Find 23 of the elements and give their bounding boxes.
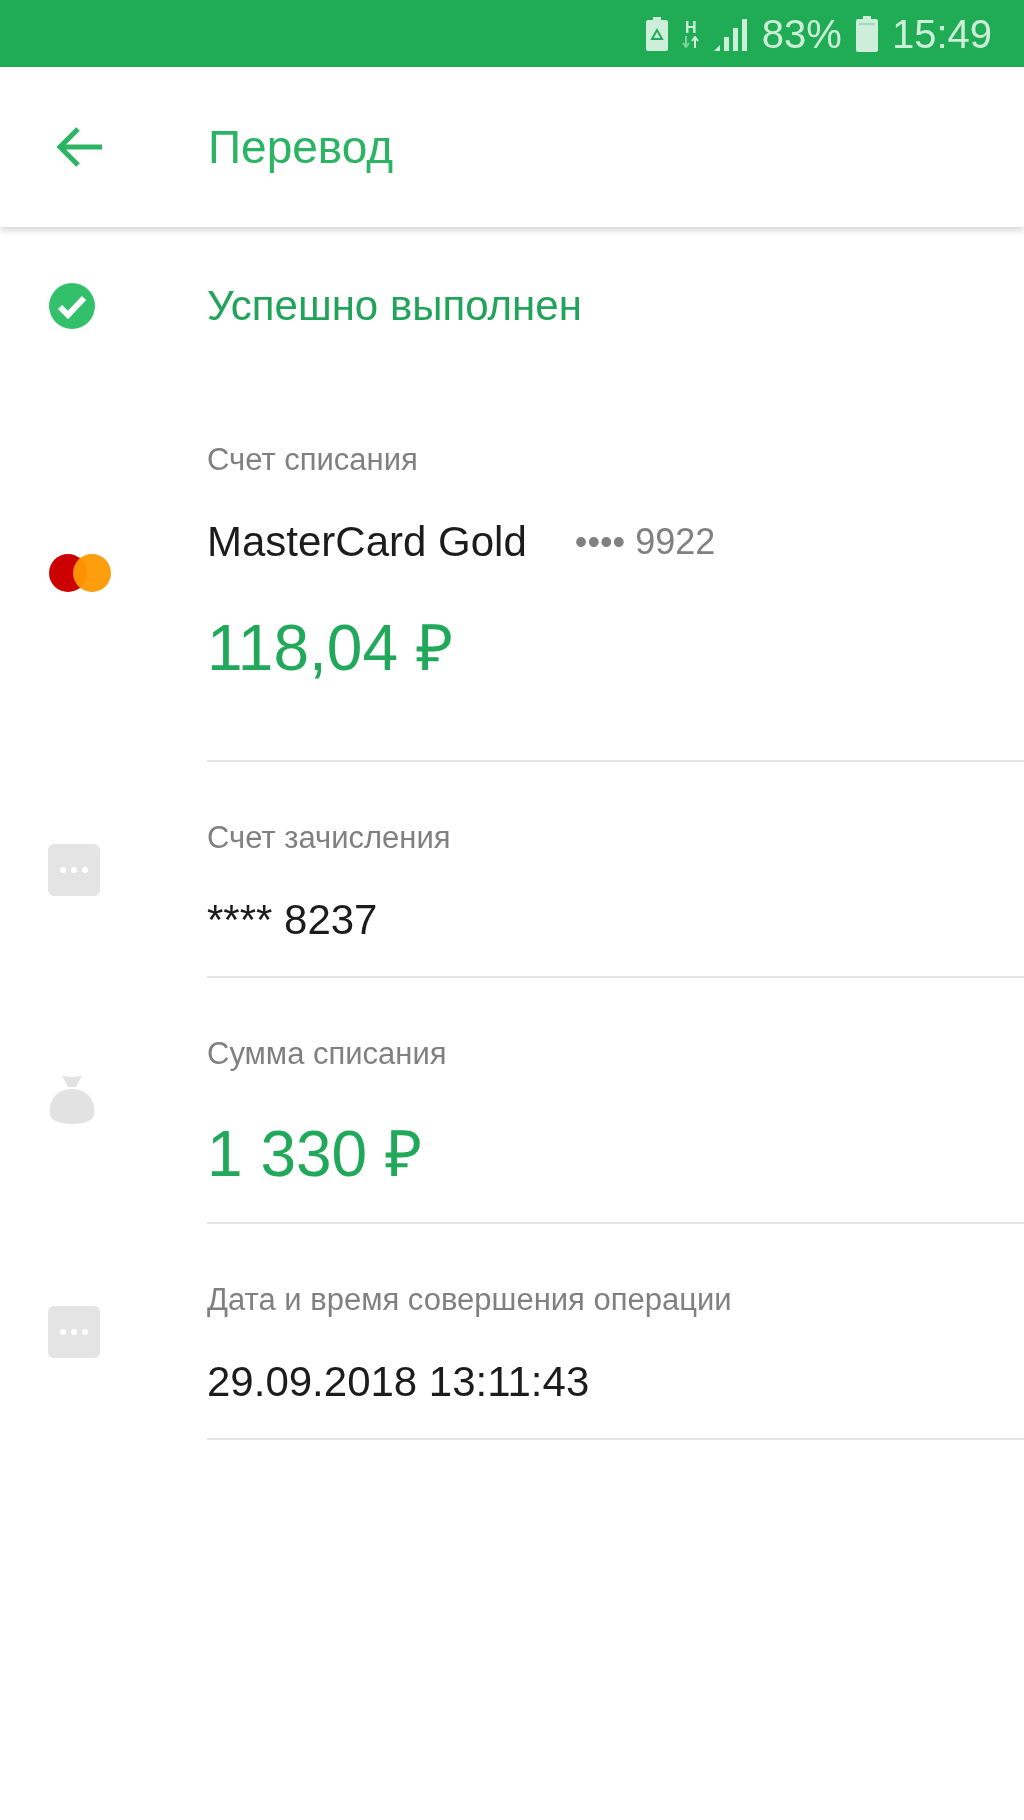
field-label: Сумма списания	[207, 1036, 447, 1072]
status-text: Успешно выполнен	[207, 281, 583, 330]
card-number: •••• 9922	[574, 520, 716, 564]
clock: 15:49	[891, 13, 992, 54]
signal-icon	[713, 16, 748, 51]
screen-title: Перевод	[208, 120, 394, 174]
battery-saver-icon	[645, 16, 668, 51]
success-check-icon	[48, 281, 96, 330]
data-arrows-icon	[681, 35, 700, 48]
more-icon	[48, 1306, 100, 1358]
card-logo-icon	[48, 553, 112, 593]
field-label: Счет списания	[207, 442, 418, 478]
field-label: Счет зачисления	[207, 820, 451, 856]
card-name: MasterCard Gold	[207, 518, 527, 566]
battery-icon	[855, 15, 878, 52]
field-label: Дата и время совершения операции	[207, 1282, 732, 1318]
more-icon	[48, 844, 100, 896]
network-type: H	[685, 19, 697, 36]
field-value: **** 8237	[207, 896, 378, 944]
field-value: 29.09.2018 13:11:43	[207, 1358, 590, 1406]
amount: 118,04 ₽	[207, 612, 453, 684]
battery-percent: 83%	[761, 13, 842, 54]
amount: 1 330 ₽	[207, 1118, 422, 1190]
